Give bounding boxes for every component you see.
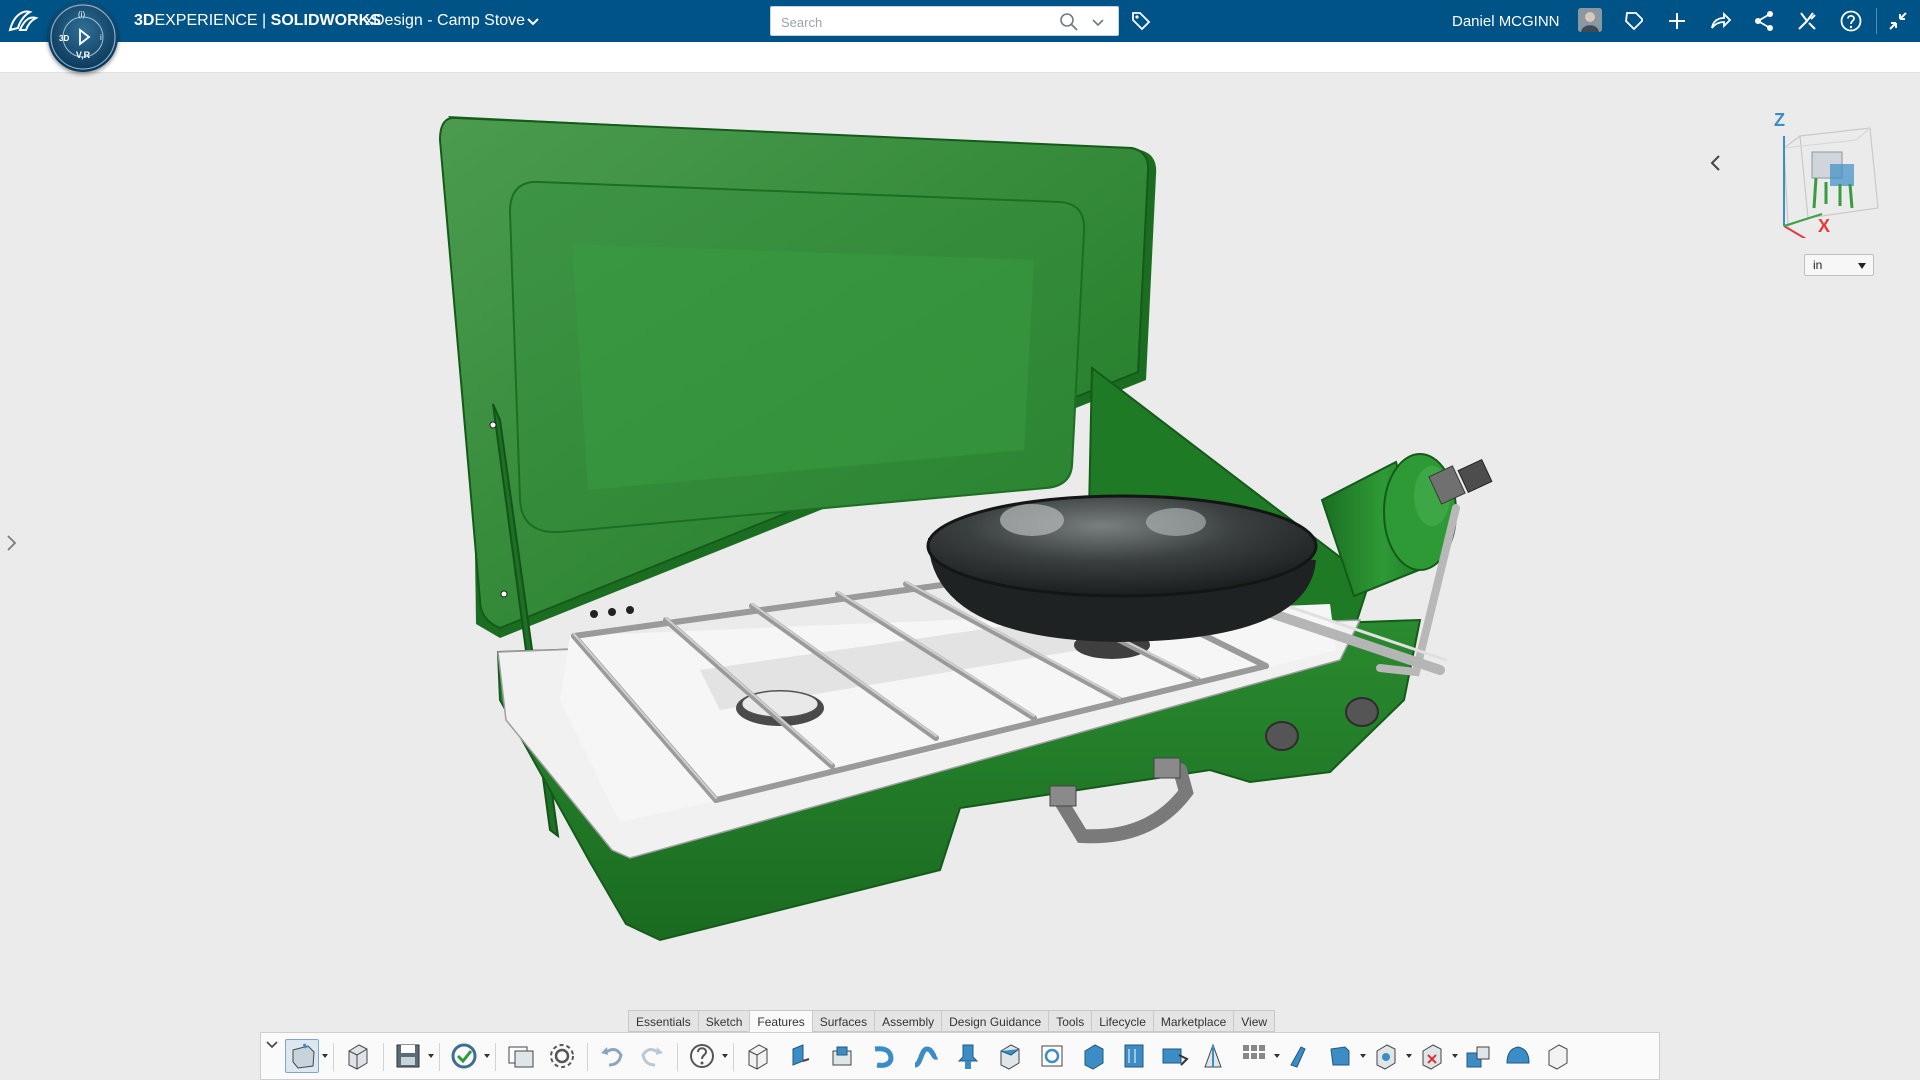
svg-text:3D: 3D [59,34,69,43]
toolbar-separator [677,1043,678,1071]
pattern-icon[interactable] [1035,1039,1069,1073]
dassault-logo-icon[interactable] [6,6,40,36]
tab-tools[interactable]: Tools [1048,1010,1092,1032]
part-icon[interactable] [341,1039,375,1073]
stove-body[interactable] [496,604,1422,942]
help-icon[interactable] [685,1039,719,1073]
camp-stove-model[interactable] [0,72,1920,1008]
3d-viewport[interactable]: Z X in [0,72,1920,1008]
add-icon[interactable] [1665,9,1689,33]
command-toolbar [260,1032,1660,1080]
dropdown-arrow-icon[interactable] [1274,1053,1280,1059]
app-brand: 3DEXPERIENCE | SOLIDWORKS [134,12,381,30]
tab-essentials[interactable]: Essentials [628,1010,698,1032]
tab-surfaces[interactable]: Surfaces [811,1010,875,1032]
shell-icon[interactable] [951,1039,985,1073]
flange-icon[interactable] [1323,1039,1357,1073]
rebuild-icon[interactable] [447,1039,481,1073]
tab-assembly[interactable]: Assembly [874,1010,942,1032]
expand-panel-icon[interactable] [4,530,20,556]
top-bar: 3DEXPERIENCE | SOLIDWORKS xDesign - Camp… [0,0,1920,42]
share-community-icon[interactable] [1622,9,1646,33]
network-share-icon[interactable] [1752,9,1776,33]
extrude-icon[interactable] [741,1039,775,1073]
combine-icon[interactable] [1541,1039,1575,1073]
svg-text:(i): (i) [78,10,85,19]
app-name: xDesign [365,12,423,29]
tab-lifecycle[interactable]: Lifecycle [1091,1010,1153,1032]
title-separator: - [422,12,438,29]
dropdown-arrow-icon [1858,263,1866,269]
move-body-icon[interactable] [1461,1039,1495,1073]
compass-widget[interactable]: 3D (i) i V,R [48,2,118,72]
search-box [770,6,1119,36]
document-title[interactable]: xDesign - Camp Stove [365,12,525,30]
dropdown-arrow-icon[interactable] [322,1053,328,1059]
fillet-icon[interactable] [867,1039,901,1073]
search-icon[interactable] [1059,12,1079,32]
delete-face-icon[interactable] [1415,1039,1449,1073]
svg-text:i: i [100,33,102,42]
wrap-icon[interactable] [1157,1039,1191,1073]
toolbar-separator [439,1043,440,1071]
fullscreen-exit-icon[interactable] [1886,9,1910,33]
toolbar-separator [383,1043,384,1071]
dropdown-arrow-icon[interactable] [1452,1053,1458,1059]
rib-icon[interactable] [1117,1039,1151,1073]
brand-rest: EXPERIENCE | [154,12,271,29]
sweep-icon[interactable] [783,1039,817,1073]
save-icon[interactable] [391,1039,425,1073]
help-icon[interactable] [1839,9,1863,33]
user-name[interactable]: Daniel MCGINN [1452,13,1560,30]
chamfer-icon[interactable] [909,1039,943,1073]
mirror-icon[interactable] [1077,1039,1111,1073]
brand-bold: 3D [134,12,155,29]
axis-label-z: Z [1774,110,1785,130]
dropdown-arrow-icon[interactable] [484,1053,490,1059]
tab-marketplace[interactable]: Marketplace [1152,1010,1234,1032]
dropdown-arrow-icon[interactable] [722,1053,728,1059]
divider [1876,8,1877,34]
view-cube[interactable]: Z X [1760,108,1890,247]
compass-version: V,R [75,50,91,60]
dome-icon[interactable] [1501,1039,1535,1073]
chevron-down-icon[interactable] [1091,15,1105,29]
draft-angle-icon[interactable] [1197,1039,1231,1073]
redo-icon[interactable] [635,1039,669,1073]
dropdown-arrow-icon[interactable] [1360,1053,1366,1059]
toolbar-separator [495,1043,496,1071]
tag-icon[interactable] [1130,10,1152,32]
linear-pattern-icon[interactable] [1237,1039,1271,1073]
units-select[interactable]: in [1804,254,1874,276]
undo-icon[interactable] [595,1039,629,1073]
settings-icon[interactable] [545,1039,579,1073]
search-input[interactable] [779,12,1023,32]
dropdown-arrow-icon[interactable] [1406,1053,1412,1059]
secondary-bar [0,42,1920,73]
document-name: Camp Stove [437,12,526,29]
sheet-metal-icon[interactable] [1283,1039,1317,1073]
units-value: in [1813,258,1823,272]
chevron-down-icon[interactable] [265,1037,279,1051]
share-icon[interactable] [1708,9,1732,33]
draft-icon[interactable] [993,1039,1027,1073]
tools-icon[interactable] [1795,9,1819,33]
axis-label-x: X [1818,216,1831,236]
revolve-icon[interactable] [825,1039,859,1073]
chevron-down-icon[interactable] [526,14,540,28]
tab-design-guidance[interactable]: Design Guidance [941,1010,1049,1032]
new-sketch-icon[interactable] [285,1039,319,1073]
tab-features[interactable]: Features [749,1010,812,1032]
toolbar-separator [587,1043,588,1071]
dropdown-arrow-icon[interactable] [428,1053,434,1059]
avatar[interactable] [1578,8,1602,32]
manage-icon[interactable] [503,1039,537,1073]
toolbar-separator [733,1043,734,1071]
tab-view[interactable]: View [1233,1010,1276,1032]
hole-icon[interactable] [1369,1039,1403,1073]
command-tabs: Essentials Sketch Features Surfaces Assembly… [628,1010,1276,1032]
tab-sketch[interactable]: Sketch [697,1010,750,1032]
toolbar-separator [333,1043,334,1071]
chevron-left-icon[interactable] [1706,152,1726,174]
